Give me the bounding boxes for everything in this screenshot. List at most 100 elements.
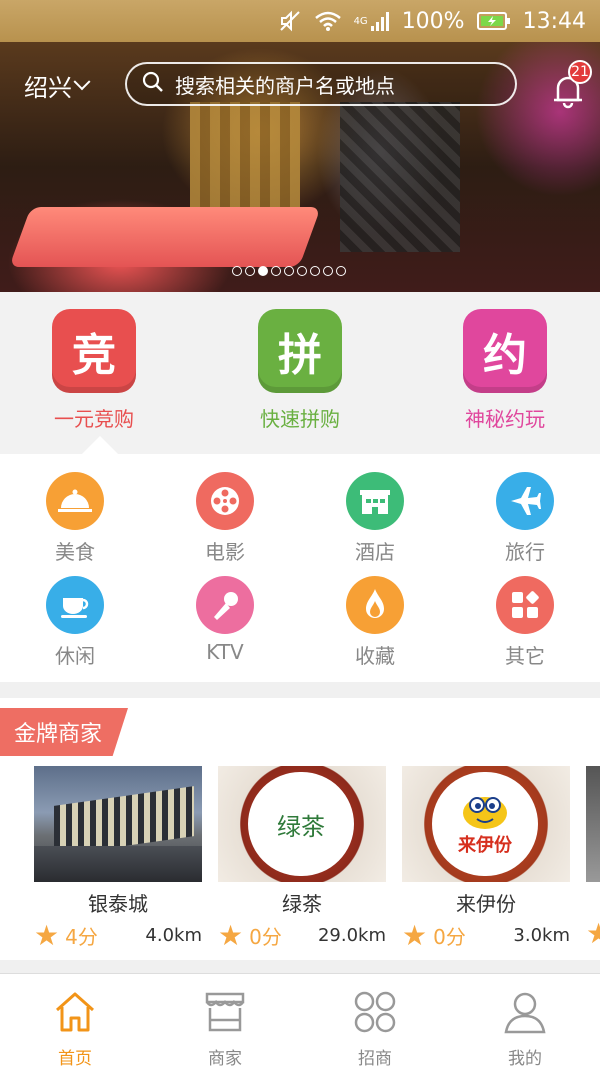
merchant-logo: 来伊份 — [458, 835, 512, 856]
clock: 13:44 — [522, 8, 586, 34]
category-label: 旅行 — [505, 540, 545, 564]
category-label: KTV — [206, 640, 244, 664]
city-label: 绍兴 — [24, 74, 72, 102]
tab-label: 招商 — [358, 1049, 392, 1067]
category-collect[interactable]: 收藏 — [300, 576, 450, 669]
network-type: 4G — [353, 15, 368, 27]
active-pointer — [82, 436, 118, 454]
airplane-icon — [496, 472, 554, 530]
signal-icon: 4G — [354, 10, 390, 32]
star-icon: ★ — [402, 918, 428, 952]
merchant-distance: 29.0km — [317, 925, 386, 946]
wifi-icon — [314, 10, 342, 32]
action-label: 一元竞购 — [54, 407, 134, 431]
category-other[interactable]: 其它 — [450, 576, 600, 669]
merchant-card-partial[interactable]: ★ — [586, 766, 600, 948]
mute-icon — [278, 9, 302, 33]
user-icon — [504, 992, 546, 1034]
carousel-dot[interactable] — [336, 266, 346, 276]
tab-profile[interactable]: 我的 — [450, 988, 600, 1067]
collect-icon — [346, 576, 404, 634]
chevron-down-icon — [73, 72, 91, 90]
category-hotel[interactable]: 酒店 — [300, 472, 450, 565]
merchant-score: 0分 — [249, 925, 282, 949]
tab-investment[interactable]: 招商 — [300, 988, 450, 1067]
status-bar: 4G 100% 13:44 — [0, 0, 600, 42]
carousel-dot[interactable] — [258, 266, 268, 276]
gold-merchants-section: 金牌商家 银泰城 ★ 4分 4.0km 绿茶 绿茶 ★ 0分 29.0km 来伊… — [0, 698, 600, 960]
notification-badge: 21 — [568, 60, 592, 84]
search-placeholder: 搜索相关的商户名或地点 — [175, 73, 395, 98]
tab-label: 我的 — [508, 1049, 542, 1067]
carousel-dot[interactable] — [310, 266, 320, 276]
clover-icon — [354, 991, 396, 1033]
tab-label: 商家 — [208, 1049, 242, 1067]
tab-label: 首页 — [58, 1049, 92, 1067]
coffee-cup-icon — [46, 576, 104, 634]
merchant-logo: 绿茶 — [277, 812, 325, 841]
category-grid: 美食 电影 酒店 旅行 休闲 KTV 收藏 其它 — [0, 454, 600, 682]
film-reel-icon — [196, 472, 254, 530]
category-leisure[interactable]: 休闲 — [0, 576, 150, 669]
category-label: 电影 — [205, 540, 245, 564]
tab-merchants[interactable]: 商家 — [150, 988, 300, 1067]
date-icon: 约 — [463, 309, 547, 393]
category-movie[interactable]: 电影 — [150, 472, 300, 565]
merchant-score: 4分 — [65, 925, 98, 949]
hotel-icon — [346, 472, 404, 530]
other-grid-icon — [496, 576, 554, 634]
merchant-name: 银泰城 — [88, 892, 148, 916]
category-label: 其它 — [505, 644, 545, 668]
city-selector[interactable]: 绍兴 — [24, 68, 91, 103]
merchant-card[interactable]: 银泰城 ★ 4分 4.0km — [34, 766, 202, 950]
category-label: 收藏 — [355, 644, 395, 668]
notification-button[interactable]: 21 — [548, 60, 592, 110]
battery-charging-icon — [476, 11, 511, 31]
merchant-name: 来伊份 — [456, 892, 516, 916]
merchant-card[interactable]: 绿茶 绿茶 ★ 0分 29.0km — [218, 766, 386, 950]
merchant-image: 绿茶 — [218, 766, 386, 882]
merchant-distance: 4.0km — [145, 925, 202, 946]
carousel-dot[interactable] — [323, 266, 333, 276]
merchant-image — [586, 766, 600, 882]
carousel-dot[interactable] — [245, 266, 255, 276]
search-input[interactable]: 搜索相关的商户名或地点 — [125, 62, 517, 106]
banner-sofa — [9, 207, 321, 267]
battery-percent: 100% — [401, 8, 465, 34]
action-group-buy[interactable]: 拼 快速拼购 — [220, 309, 380, 432]
bottom-tab-bar: 首页 商家 招商 我的 — [0, 973, 600, 1067]
category-food[interactable]: 美食 — [0, 472, 150, 565]
search-icon — [141, 70, 165, 99]
carousel-dot[interactable] — [284, 266, 294, 276]
carousel-dot[interactable] — [271, 266, 281, 276]
merchant-name: 绿茶 — [282, 892, 322, 916]
section-title: 金牌商家 — [0, 708, 129, 756]
action-label: 神秘约玩 — [465, 407, 545, 431]
banner-decoration — [340, 102, 460, 252]
action-label: 快速拼购 — [260, 407, 340, 431]
bidding-icon: 竞 — [52, 309, 136, 393]
star-icon: ★ — [218, 918, 244, 952]
microphone-icon — [196, 576, 254, 634]
food-cloche-icon — [46, 472, 104, 530]
star-icon: ★ — [34, 918, 60, 952]
carousel-dot[interactable] — [232, 266, 242, 276]
category-label: 休闲 — [55, 644, 95, 668]
category-ktv[interactable]: KTV — [150, 576, 300, 664]
merchant-score: 0分 — [433, 925, 466, 949]
merchant-image: 来伊份 — [402, 766, 570, 882]
carousel-indicator — [232, 266, 349, 276]
category-label: 美食 — [55, 540, 95, 564]
big-actions: 竞 一元竞购 拼 快速拼购 约 神秘约玩 — [0, 292, 600, 454]
action-bidding[interactable]: 竞 一元竞购 — [14, 309, 174, 432]
star-icon: ★ — [586, 917, 600, 950]
action-mystery-date[interactable]: 约 神秘约玩 — [425, 309, 585, 432]
home-icon — [56, 992, 94, 1032]
storefront-icon — [205, 992, 245, 1032]
category-label: 酒店 — [355, 540, 395, 564]
mascot-icon — [463, 797, 507, 829]
merchant-card[interactable]: 来伊份 来伊份 ★ 0分 3.0km — [402, 766, 570, 950]
tab-home[interactable]: 首页 — [0, 988, 150, 1067]
category-travel[interactable]: 旅行 — [450, 472, 600, 565]
carousel-dot[interactable] — [297, 266, 307, 276]
